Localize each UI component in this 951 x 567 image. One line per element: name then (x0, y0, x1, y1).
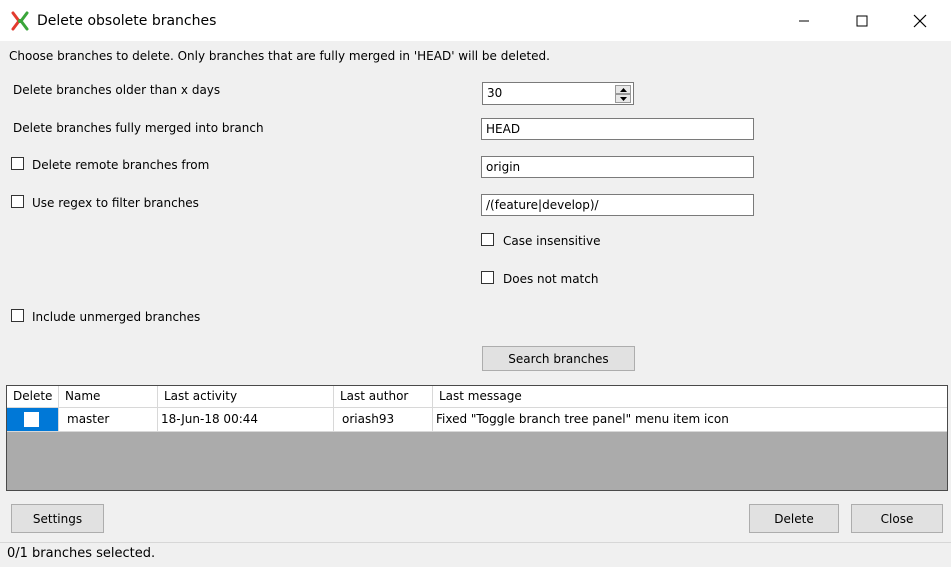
column-header-delete[interactable]: Delete (7, 386, 59, 407)
case-insensitive-checkbox[interactable] (481, 233, 494, 246)
maximize-icon (856, 15, 868, 26)
triangle-up-icon (619, 87, 627, 92)
maximize-button[interactable] (839, 0, 885, 41)
minimize-icon (799, 20, 809, 21)
triangle-down-icon (619, 96, 627, 101)
branches-grid: Delete Name Last activity Last author La… (6, 385, 948, 491)
minimize-button[interactable] (781, 0, 827, 41)
row-last-message: Fixed "Toggle branch tree panel" menu it… (436, 412, 729, 426)
stepper-up-button[interactable] (615, 85, 631, 94)
delete-remote-checkbox[interactable] (11, 157, 24, 170)
merged-into-label: Delete branches fully merged into branch (13, 121, 264, 135)
close-icon (913, 14, 927, 27)
row-delete-cell[interactable] (7, 408, 59, 431)
case-insensitive-label: Case insensitive (503, 234, 601, 248)
older-than-label: Delete branches older than x days (13, 83, 221, 97)
include-unmerged-label: Include unmerged branches (32, 310, 201, 324)
use-regex-label: Use regex to filter branches (32, 196, 199, 210)
merged-into-branch-input[interactable]: HEAD (481, 118, 754, 140)
stepper-down-button[interactable] (615, 94, 631, 103)
older-than-days-value: 30 (487, 86, 503, 100)
column-header-last-activity[interactable]: Last activity (158, 386, 334, 407)
does-not-match-checkbox[interactable] (481, 271, 494, 284)
column-header-last-author[interactable]: Last author (334, 386, 433, 407)
search-branches-button[interactable]: Search branches (482, 346, 635, 371)
row-last-author: oriash93 (334, 408, 433, 431)
does-not-match-label: Does not match (503, 272, 599, 286)
row-branch-name: master (59, 408, 158, 431)
column-header-last-message[interactable]: Last message (433, 386, 947, 407)
intro-text: Choose branches to delete. Only branches… (9, 49, 550, 63)
delete-button[interactable]: Delete (749, 504, 839, 533)
column-header-name[interactable]: Name (59, 386, 158, 407)
regex-filter-input[interactable]: /(feature|develop)/ (481, 194, 754, 216)
older-than-days-stepper[interactable]: 30 (482, 82, 634, 105)
table-row[interactable]: master 18-Jun-18 00:44 oriash93 Fixed "T… (7, 408, 947, 432)
status-text: 0/1 branches selected. (7, 546, 156, 561)
remote-name-input[interactable]: origin (481, 156, 754, 178)
window-title: Delete obsolete branches (37, 13, 217, 29)
close-button[interactable]: Close (851, 504, 943, 533)
row-delete-checkbox[interactable] (24, 412, 39, 427)
row-last-activity: 18-Jun-18 00:44 (158, 408, 334, 431)
close-window-button[interactable] (897, 0, 943, 41)
grid-header: Delete Name Last activity Last author La… (7, 386, 947, 408)
delete-remote-label: Delete remote branches from (32, 158, 210, 172)
use-regex-checkbox[interactable] (11, 195, 24, 208)
settings-button[interactable]: Settings (11, 504, 104, 533)
include-unmerged-checkbox[interactable] (11, 309, 24, 322)
git-extensions-logo-icon (10, 11, 30, 31)
